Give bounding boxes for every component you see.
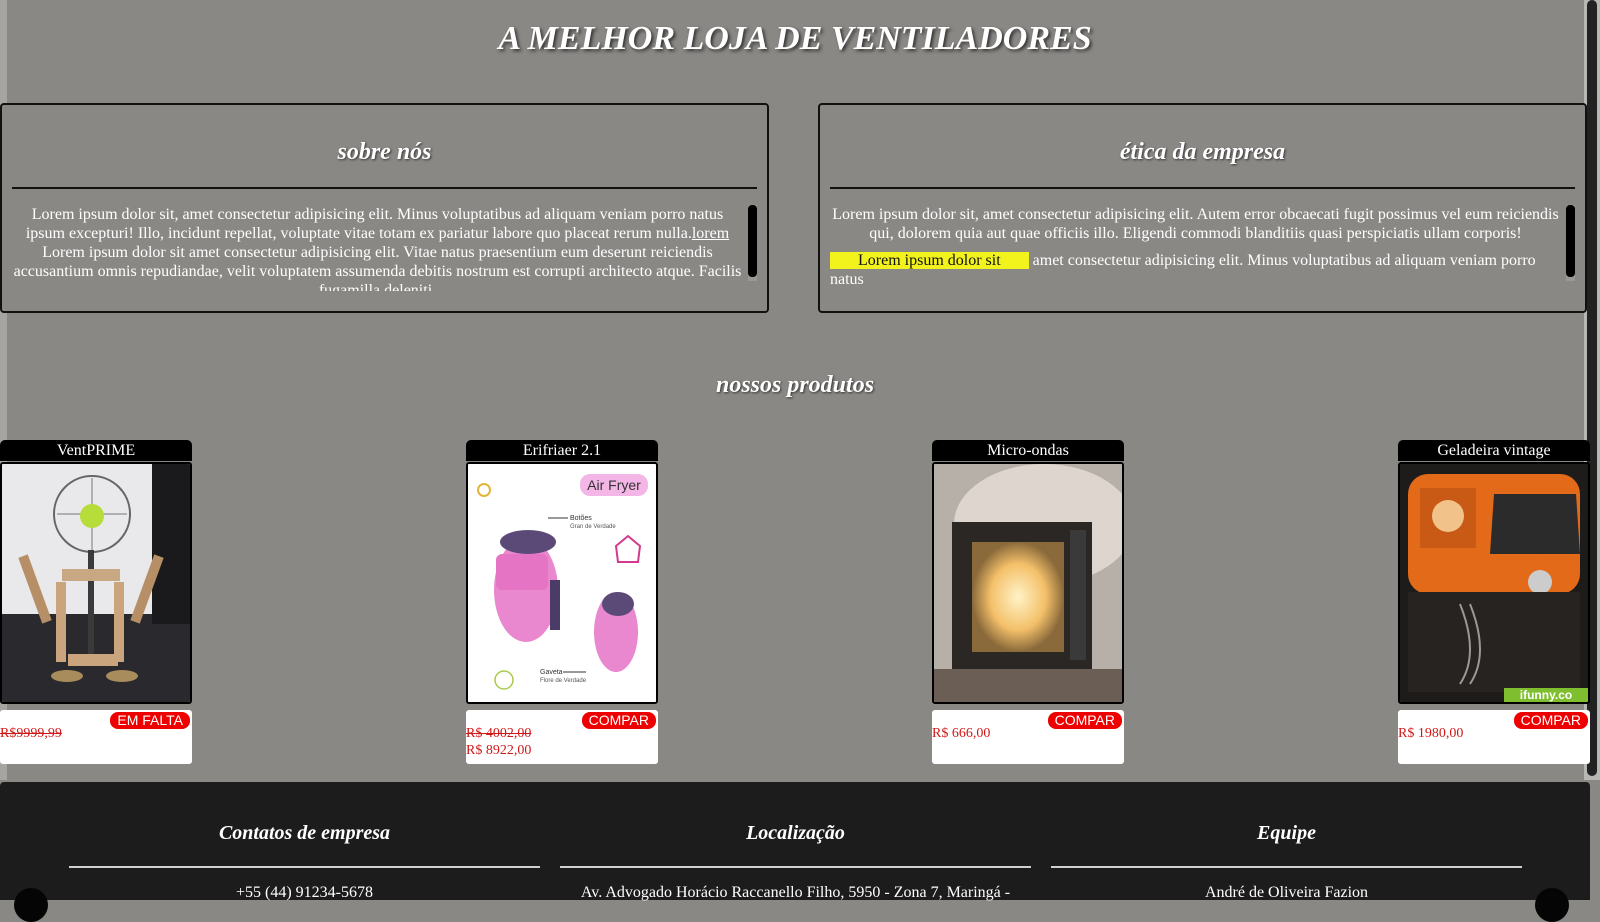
ethics-scrollbar-thumb[interactable] (1566, 205, 1575, 277)
product-name: Erifriaer 2.1 (466, 440, 658, 461)
footer-team-member: André de Oliveira Fazion (1204, 884, 1369, 901)
product-price-box: EM FALTA R$9999,99 (0, 710, 192, 764)
product-card-geladeira: Geladeira vintage ifunny.co COMPAR R$ 19… (1398, 440, 1590, 764)
about-title: sobre nós (337, 139, 432, 165)
about-lorem-link[interactable]: lorem (692, 225, 729, 242)
products-title: nossos produtos (715, 372, 875, 398)
image-watermark: ifunny.co (1520, 688, 1572, 702)
product-image-fridge: ifunny.co (1398, 462, 1590, 704)
footer-phone: +55 (44) 91234-5678 (235, 884, 373, 901)
about-paragraph: Lorem ipsum dolor sit, amet consectetur … (12, 205, 743, 291)
product-image-ventprime (0, 462, 192, 704)
product-name: VentPRIME (0, 440, 192, 461)
product-name: Geladeira vintage (1398, 440, 1590, 461)
footer-divider (560, 866, 1031, 868)
product-card-micro-ondas: Micro-ondas COMPAR R$ 666,00 (932, 440, 1124, 764)
old-price: R$ 4002,00 (466, 726, 532, 741)
about-text-part2: Lorem ipsum dolor sit amet consectetur a… (13, 244, 742, 291)
old-price: R$9999,99 (0, 726, 62, 741)
about-text-part1: Lorem ipsum dolor sit, amet consectetur … (25, 206, 724, 242)
about-scrollbar[interactable] (748, 205, 757, 281)
about-box: sobre nós Lorem ipsum dolor sit, amet co… (0, 103, 769, 313)
buy-button[interactable]: COMPAR (581, 712, 656, 729)
footer-address: Av. Advogado Horácio Raccanello Filho, 5… (580, 884, 1011, 901)
buy-button[interactable]: COMPAR (1047, 712, 1122, 729)
footer-contacts: Contatos de empresa +55 (44) 91234-5678 (69, 822, 540, 902)
product-name: Micro-ondas (932, 440, 1124, 461)
footer-divider (69, 866, 540, 868)
buy-button[interactable]: COMPAR (1513, 712, 1588, 729)
footer-contacts-title: Contatos de empresa (218, 822, 391, 844)
about-divider (12, 187, 757, 189)
product-card-ventprime: VentPRIME EM FALTA R$9999,99 (0, 440, 192, 764)
ethics-divider (830, 187, 1575, 189)
airfryer-callout1: Botões (570, 515, 592, 522)
price: R$ 666,00 (932, 726, 991, 741)
footer-team-title: Equipe (1257, 822, 1316, 844)
ethics-paragraph-1: Lorem ipsum dolor sit, amet consectetur … (832, 206, 1559, 242)
carousel-prev-icon[interactable] (14, 888, 48, 922)
product-image-air-fryer: Air Fryer Botões Gran de Verdade Gaveta … (466, 462, 658, 704)
price: R$ 1980,00 (1398, 726, 1464, 741)
product-price-box: COMPAR R$ 666,00 (932, 710, 1124, 764)
airfryer-callout2: Gaveta (540, 669, 563, 676)
ethics-text-area[interactable]: Lorem ipsum dolor sit, amet consectetur … (830, 205, 1561, 291)
new-price: R$ 8922,00 (466, 743, 532, 758)
ethics-highlight: Lorem ipsum dolor sit (830, 252, 1029, 269)
airfryer-callout2b: Flore de Verdade (540, 678, 587, 684)
about-text-area[interactable]: Lorem ipsum dolor sit, amet consectetur … (12, 205, 743, 291)
footer-team: Equipe André de Oliveira Fazion (1051, 822, 1522, 902)
footer: Contatos de empresa +55 (44) 91234-5678 … (0, 782, 1590, 922)
product-card-erifriaer: Erifriaer 2.1 Air Fryer Botões Gran de V… (466, 440, 658, 764)
out-of-stock-button[interactable]: EM FALTA (110, 712, 190, 729)
ethics-scrollbar[interactable] (1566, 205, 1575, 281)
footer-location: Localização Av. Advogado Horácio Raccane… (560, 822, 1031, 902)
ethics-title: ética da empresa (1119, 139, 1286, 165)
product-price-box: COMPAR R$ 4002,00 R$ 8922,00 (466, 710, 658, 764)
ethics-box: ética da empresa Lorem ipsum dolor sit, … (818, 103, 1587, 313)
carousel-next-icon[interactable] (1535, 888, 1569, 922)
product-price-box: COMPAR R$ 1980,00 (1398, 710, 1590, 764)
product-image-microwave (932, 462, 1124, 704)
airfryer-label: Air Fryer (587, 477, 641, 493)
footer-location-title: Localização (746, 822, 845, 844)
airfryer-callout1b: Gran de Verdade (570, 524, 616, 530)
site-title: A MELHOR LOJA DE VENTILADORES (498, 20, 1092, 57)
footer-divider (1051, 866, 1522, 868)
ethics-paragraph-2: Lorem ipsum dolor sit amet consectetur a… (830, 251, 1561, 289)
about-scrollbar-thumb[interactable] (748, 205, 757, 277)
